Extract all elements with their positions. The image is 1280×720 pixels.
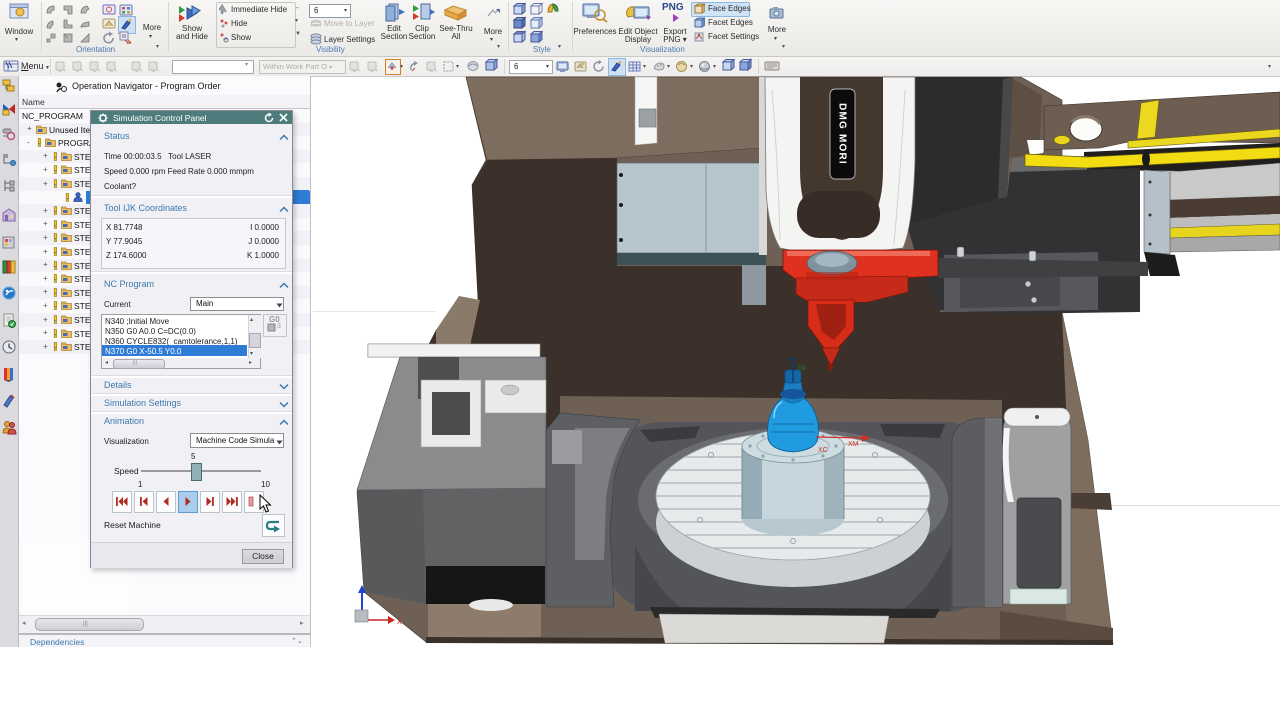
svg-text:X: X	[397, 619, 402, 626]
svg-text:ZM: ZM	[797, 366, 806, 372]
svg-text:XC: XC	[818, 447, 828, 454]
svg-text:XM: XM	[848, 441, 859, 448]
svg-text:DMG MORI: DMG MORI	[837, 103, 848, 165]
